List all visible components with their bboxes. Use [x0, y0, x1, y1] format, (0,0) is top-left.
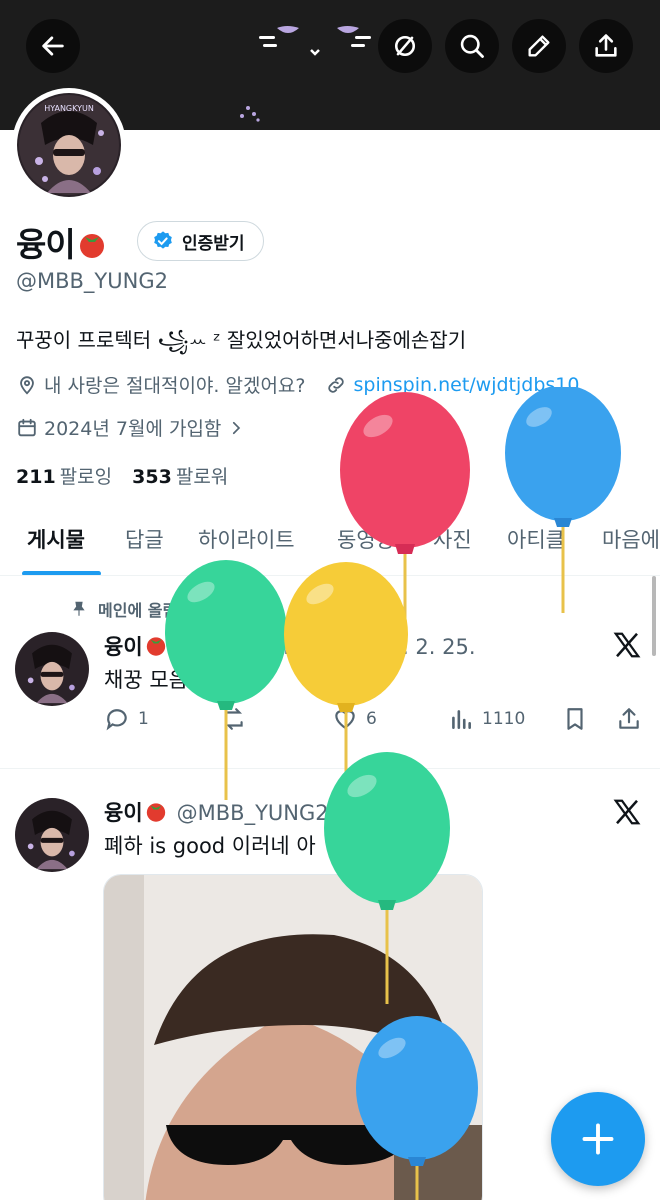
reply-count: 1 — [138, 709, 149, 729]
profile-avatar[interactable]: HYANGKYUN — [12, 88, 126, 202]
profile-meta-row: 내 사랑은 절대적이야. 알겠어요? spinspin.net/wjdtjdbs… — [16, 371, 579, 398]
followers-link[interactable]: 353 팔로워 — [132, 466, 228, 488]
back-button[interactable] — [26, 19, 80, 73]
mute-button[interactable] — [378, 19, 432, 73]
joined-row[interactable]: 2024년 7월에 가입함 — [16, 414, 245, 441]
blue-balloon-icon — [356, 1016, 478, 1200]
mute-icon — [394, 35, 416, 57]
tab-posts[interactable]: 게시물 — [27, 524, 85, 554]
profile-handle: @MBB_YUNG2 — [16, 269, 168, 293]
analytics-icon — [452, 710, 471, 729]
post-avatar[interactable] — [15, 798, 89, 872]
green-balloon-icon — [324, 752, 450, 1004]
following-label: 팔로잉 — [59, 466, 113, 488]
tomato-emoji-icon — [146, 803, 165, 822]
edit-button[interactable] — [512, 19, 566, 73]
following-count: 211 — [16, 466, 56, 488]
bookmark-icon — [567, 708, 583, 730]
post-author-name[interactable]: 융이 — [104, 801, 143, 825]
plus-icon — [582, 1123, 614, 1155]
share-icon — [595, 34, 617, 57]
compose-button[interactable] — [551, 1092, 645, 1186]
post-share-button[interactable] — [616, 706, 642, 732]
share-icon — [619, 708, 639, 729]
post-author-name[interactable]: 융이 — [104, 635, 143, 659]
green-balloon-icon — [165, 560, 287, 800]
blue-balloon-icon — [505, 387, 621, 613]
tomato-emoji-icon — [79, 234, 104, 258]
scrollbar[interactable] — [652, 576, 656, 656]
tab-replies[interactable]: 답글 — [125, 524, 164, 554]
display-name: 융이 — [16, 218, 109, 266]
x-logo-icon[interactable] — [612, 630, 642, 660]
display-name-text: 융이 — [16, 225, 76, 264]
bookmark-button[interactable] — [562, 706, 588, 732]
calendar-icon — [18, 418, 36, 436]
profile-bio: 꾸꿍이 프로텍터 ꧁ꕀ ᶻ 잘있었어하면서나중에손잡기 — [16, 328, 467, 352]
avatar-image: HYANGKYUN — [17, 93, 121, 197]
joined-date: 2024년 7월에 가입함 — [44, 418, 222, 440]
tab-highlights[interactable]: 하이라이트 — [198, 524, 295, 554]
avatar-image — [15, 798, 89, 872]
edit-icon — [528, 35, 550, 57]
sparkle-icon — [240, 106, 260, 122]
pin-icon — [73, 601, 85, 616]
profile-location: 내 사랑은 절대적이야. 알겠어요? — [44, 375, 306, 397]
reply-icon — [106, 709, 127, 731]
post-text: 폐하 is good 이러네 아 — [104, 834, 316, 858]
x-logo-icon[interactable] — [612, 797, 642, 827]
verified-badge-icon — [154, 231, 172, 249]
search-icon — [460, 34, 484, 58]
post-avatar[interactable] — [15, 632, 89, 706]
active-tab-indicator — [22, 571, 101, 575]
avatar-text: HYANGKYUN — [44, 104, 94, 113]
chevron-right-icon — [233, 421, 241, 434]
views-button[interactable]: 1110 — [448, 706, 525, 732]
back-arrow-icon — [42, 36, 64, 56]
get-verified-label: 인증받기 — [182, 233, 245, 254]
yellow-balloon-icon — [284, 562, 408, 772]
followers-label: 팔로워 — [175, 466, 229, 488]
reply-button[interactable]: 1 — [104, 706, 149, 732]
follow-stats: 211 팔로잉 353 팔로워 — [16, 462, 228, 489]
following-link[interactable]: 211 팔로잉 — [16, 466, 112, 488]
get-verified-button[interactable]: 인증받기 — [137, 221, 264, 261]
pinned-label: 메인에 올림 — [70, 597, 177, 621]
view-count: 1110 — [482, 709, 526, 729]
avatar-image — [15, 632, 89, 706]
followers-count: 353 — [132, 466, 172, 488]
cat-face-icon — [259, 26, 371, 56]
search-button[interactable] — [445, 19, 499, 73]
share-button[interactable] — [579, 19, 633, 73]
location-icon — [20, 375, 34, 395]
